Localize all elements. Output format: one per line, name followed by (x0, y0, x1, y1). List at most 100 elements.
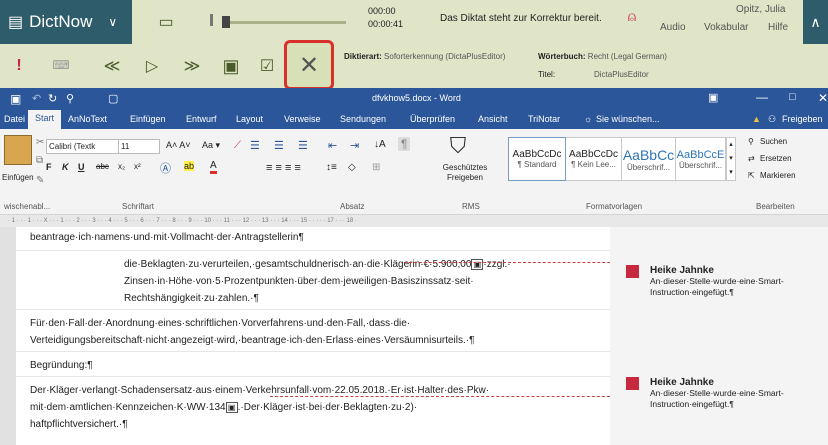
show-marks-icon[interactable]: ¶ (398, 137, 411, 151)
format-painter-icon[interactable]: ✎ (36, 175, 44, 186)
window-icon: ▭ (158, 14, 174, 31)
close-window-icon[interactable]: ✕ (818, 91, 828, 105)
mark-button[interactable]: Markieren (760, 171, 796, 180)
undo-icon[interactable]: ↶ (32, 92, 41, 105)
smart-instruction-marker[interactable]: ▣ (471, 258, 484, 270)
style-heading-1[interactable]: AaBbCc Überschrif... (622, 137, 676, 181)
save-icon[interactable]: ▣ (10, 92, 21, 106)
replace-icon: ⇄ (748, 154, 755, 163)
paragraph-2-text: die·Beklagten·zu·verurteilen,·gesamtschu… (124, 259, 472, 270)
cut-icon[interactable]: ✂ (36, 137, 44, 148)
paragraph-5-line-2: mit·dem·amtlichen·Kennzeichen·K·WW·134 ▣.… (30, 399, 417, 416)
tab-entwurf[interactable]: Entwurf (186, 114, 217, 124)
style-name: ¶ Kein Lee... (571, 160, 616, 169)
style-name: Überschrif... (678, 160, 723, 170)
copy-icon[interactable]: ⧉ (36, 155, 43, 166)
text-effects-icon[interactable]: Ⓐ (160, 160, 171, 176)
attention-icon[interactable]: ! (4, 48, 34, 84)
dictionary-label: Wörterbuch: (538, 52, 586, 61)
tab-datei[interactable]: Datei (4, 114, 25, 124)
minimize-icon[interactable]: — (756, 90, 768, 104)
rewind-button[interactable]: ≪ (94, 50, 130, 82)
tab-trinotar[interactable]: TriNotar (528, 114, 560, 124)
tab-annotext[interactable]: AnNoText (68, 114, 107, 124)
strikethrough-icon[interactable]: abc (96, 162, 109, 171)
paragraph-5-end: .·Der·Kläger·ist·bei·der·Beklagten·zu·2)… (237, 402, 418, 413)
font-color-icon[interactable]: A (210, 160, 217, 174)
play-icon: ▷ (145, 58, 159, 75)
keyboard-icon[interactable]: ⌨ (48, 52, 74, 78)
word-title-bar: ▣ ↶ ↻ ⚲ ▢ dfvkhow5.docx - Word ▣ — □ ✕ (0, 88, 828, 110)
play-button[interactable]: ▷ (134, 50, 170, 82)
search-button[interactable]: Suchen (760, 137, 787, 146)
tab-einfuegen[interactable]: Einfügen (130, 114, 166, 124)
paragraph-5-text: mit·dem·amtlichen·Kennzeichen·K·WW·134 (30, 402, 226, 413)
horizontal-ruler[interactable]: · 1 · · · 1 · · · X · · · 1 · · · 2 · · … (0, 215, 828, 227)
indent-increase-icon[interactable]: ⇥ (350, 139, 359, 152)
window-icon-button[interactable]: ▭ (148, 6, 184, 38)
help-button[interactable]: Hilfe (768, 22, 788, 33)
grow-font-icon[interactable]: A˄ A˅ (166, 140, 191, 150)
sort-icon[interactable]: ↓A (374, 139, 386, 150)
line-spacing-icon[interactable]: ↕≡ (326, 162, 337, 173)
tab-ueberpruefen[interactable]: Überprüfen (410, 114, 455, 124)
fast-forward-button[interactable]: ≫ (174, 50, 210, 82)
italic-icon[interactable]: K (62, 162, 69, 172)
borders-icon[interactable]: ⊞ (372, 162, 380, 173)
document-page[interactable]: beantrage·ich·namens·und·mit·Vollmacht·d… (16, 227, 610, 445)
underline-icon[interactable]: U (78, 162, 85, 172)
ribbon-display-icon[interactable]: ▣ (708, 91, 718, 104)
maximize-icon[interactable]: □ (789, 91, 796, 103)
comment-author: Heike Jahnke (650, 265, 714, 276)
paragraph-1: beantrage·ich·namens·und·mit·Vollmacht·d… (30, 232, 304, 243)
audio-button[interactable]: Audio (660, 22, 686, 33)
new-document-icon[interactable]: ▢ (108, 92, 118, 105)
tab-start[interactable]: Start (28, 110, 62, 129)
style-standard[interactable]: AaBbCcDc ¶ Standard (508, 137, 566, 181)
audio-progress-thumb[interactable] (222, 16, 230, 28)
clear-format-icon[interactable]: ⟋ (234, 140, 241, 151)
redo-icon[interactable]: ↻ (48, 92, 57, 105)
quick-access-icon[interactable]: ⚲ (66, 92, 74, 105)
comment-text: An·dieser·Stelle·wurde·eine·Smart-Instru… (650, 276, 784, 297)
audio-progress-track[interactable] (222, 21, 346, 24)
paragraph-2-line-2: Zinsen·in·Höhe·von·5·Prozentpunkten·über… (124, 276, 474, 287)
align-icons[interactable]: ≡ ≡ ≡ ≡ (266, 162, 301, 174)
font-size-select[interactable]: 11 (118, 139, 160, 154)
protected-share-button[interactable]: Geschütztes Freigeben (440, 163, 490, 183)
style-heading-2[interactable]: AaBbCcE Überschrif... (676, 137, 726, 181)
alert-icon[interactable]: ⍝ (624, 8, 640, 26)
tab-layout[interactable]: Layout (236, 114, 263, 124)
comment-text: An·dieser·Stelle·wurde·eine·Smart-Instru… (650, 388, 784, 409)
bold-icon[interactable]: F (46, 162, 52, 172)
superscript-icon[interactable]: x² (134, 162, 141, 171)
replace-button[interactable]: Ersetzen (760, 154, 792, 163)
shading-icon[interactable]: ◇ (348, 162, 356, 173)
dictnow-app-menu[interactable]: ▤ DictNow ∨ (0, 0, 132, 44)
paste-button[interactable]: Einfügen (2, 173, 34, 182)
tab-verweise[interactable]: Verweise (284, 114, 321, 124)
group-paragraph: Absatz (340, 202, 365, 211)
multilevel-list-icon[interactable]: ☰ (298, 139, 308, 152)
change-case-icon[interactable]: Aa ▾ (202, 140, 220, 151)
indent-decrease-icon[interactable]: ⇤ (328, 139, 337, 152)
smart-instruction-marker[interactable]: ▣ (225, 401, 238, 413)
document-title: dfvkhow5.docx - Word (372, 93, 461, 103)
save-button[interactable]: ▣ (216, 50, 246, 82)
tab-ansicht[interactable]: Ansicht (478, 114, 508, 124)
highlight-icon[interactable]: ab (184, 161, 195, 171)
tell-me-box[interactable]: Sie wünschen... (596, 114, 660, 124)
ribbon-tabs: Datei Start AnNoText Einfügen Entwurf La… (0, 110, 828, 129)
dictionary: Wörterbuch: Recht (Legal German) (538, 52, 667, 62)
tab-sendungen[interactable]: Sendungen (340, 114, 386, 124)
share-button[interactable]: Freigeben (782, 114, 823, 124)
collapse-chevron-up-icon[interactable]: ∧ (803, 0, 828, 44)
styles-scroll[interactable]: ▴ ▾ ▾ (726, 137, 736, 181)
style-kein-leerraum[interactable]: AaBbCcDc ¶ Kein Lee... (566, 137, 622, 181)
bullets-icon[interactable]: ☰ (250, 139, 260, 152)
approve-button[interactable]: ☑ (252, 50, 282, 82)
subscript-icon[interactable]: x₂ (118, 162, 125, 171)
cancel-close-button[interactable]: ✕ (284, 40, 334, 90)
vocabulary-button[interactable]: Vokabular (704, 22, 748, 33)
numbering-icon[interactable]: ☰ (274, 139, 284, 152)
